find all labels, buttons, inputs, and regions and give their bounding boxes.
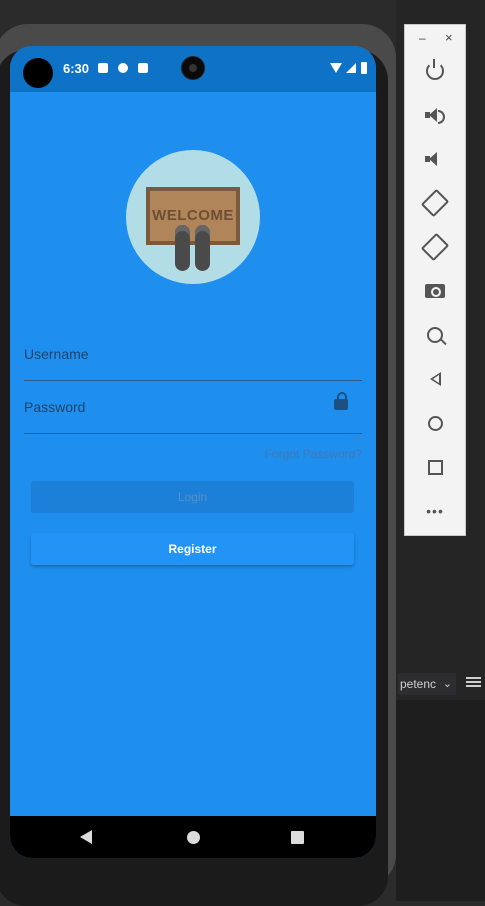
notification-p-icon [118, 63, 128, 73]
back-icon [429, 372, 441, 386]
ide-editor-area [396, 700, 485, 901]
home-icon [427, 415, 443, 431]
more-button[interactable]: ••• [420, 496, 450, 526]
camera-icon [425, 284, 445, 298]
welcome-logo: WELCOME [126, 150, 260, 284]
status-bar: 6:30 [10, 46, 376, 92]
punch-hole [23, 58, 53, 88]
screenshot-button[interactable] [420, 276, 450, 306]
navigation-bar [10, 816, 376, 858]
sd-card-icon [138, 63, 148, 73]
username-field[interactable]: Username [24, 330, 362, 381]
slipper-left [175, 225, 190, 271]
close-button[interactable]: × [445, 30, 453, 45]
rotate-right-button[interactable] [420, 232, 450, 262]
word-wrap-icon[interactable] [466, 677, 481, 691]
chevron-down-icon: ⌄ [442, 678, 452, 690]
rotate-left-icon [420, 188, 450, 218]
emulator-screen: 6:30 WELCOME Username Password Forgot Pa… [10, 46, 376, 858]
nav-back-icon[interactable] [80, 830, 92, 844]
volume-down-button[interactable] [420, 144, 450, 174]
login-button[interactable]: Login [31, 481, 354, 513]
ide-dropdown[interactable]: petenc ⌄ [398, 673, 456, 695]
power-button[interactable] [420, 56, 450, 86]
register-button[interactable]: Register [31, 533, 354, 565]
minimize-button[interactable]: – [419, 31, 426, 45]
front-camera [182, 57, 204, 79]
rotate-left-button[interactable] [420, 188, 450, 218]
back-button[interactable] [420, 364, 450, 394]
notification-a-icon [98, 63, 108, 73]
nav-recents-icon[interactable] [291, 831, 304, 844]
logo-text: WELCOME [152, 207, 234, 224]
password-label: Password [24, 399, 86, 415]
zoom-icon [427, 327, 443, 343]
home-button[interactable] [420, 408, 450, 438]
battery-icon [361, 62, 367, 74]
lock-icon [334, 392, 348, 410]
status-time: 6:30 [63, 61, 90, 76]
slipper-right [195, 225, 210, 271]
power-icon [426, 59, 444, 80]
forgot-password-link[interactable]: Forgot Password? [265, 447, 362, 461]
more-icon: ••• [426, 503, 444, 519]
volume-up-button[interactable] [420, 100, 450, 130]
nav-home-icon[interactable] [187, 831, 200, 844]
volume-down-icon [425, 151, 445, 167]
password-field[interactable]: Password [24, 383, 362, 434]
zoom-button[interactable] [420, 320, 450, 350]
username-label: Username [24, 346, 89, 362]
ide-dropdown-label: petenc [400, 677, 437, 691]
doormat-illustration: WELCOME [146, 187, 240, 245]
overview-button[interactable] [420, 452, 450, 482]
signal-icon [346, 63, 356, 73]
emulator-toolbar: – × ••• [404, 24, 466, 536]
rotate-right-icon [420, 232, 450, 262]
wifi-icon [330, 63, 342, 73]
volume-up-icon [425, 107, 445, 124]
overview-icon [427, 459, 443, 475]
